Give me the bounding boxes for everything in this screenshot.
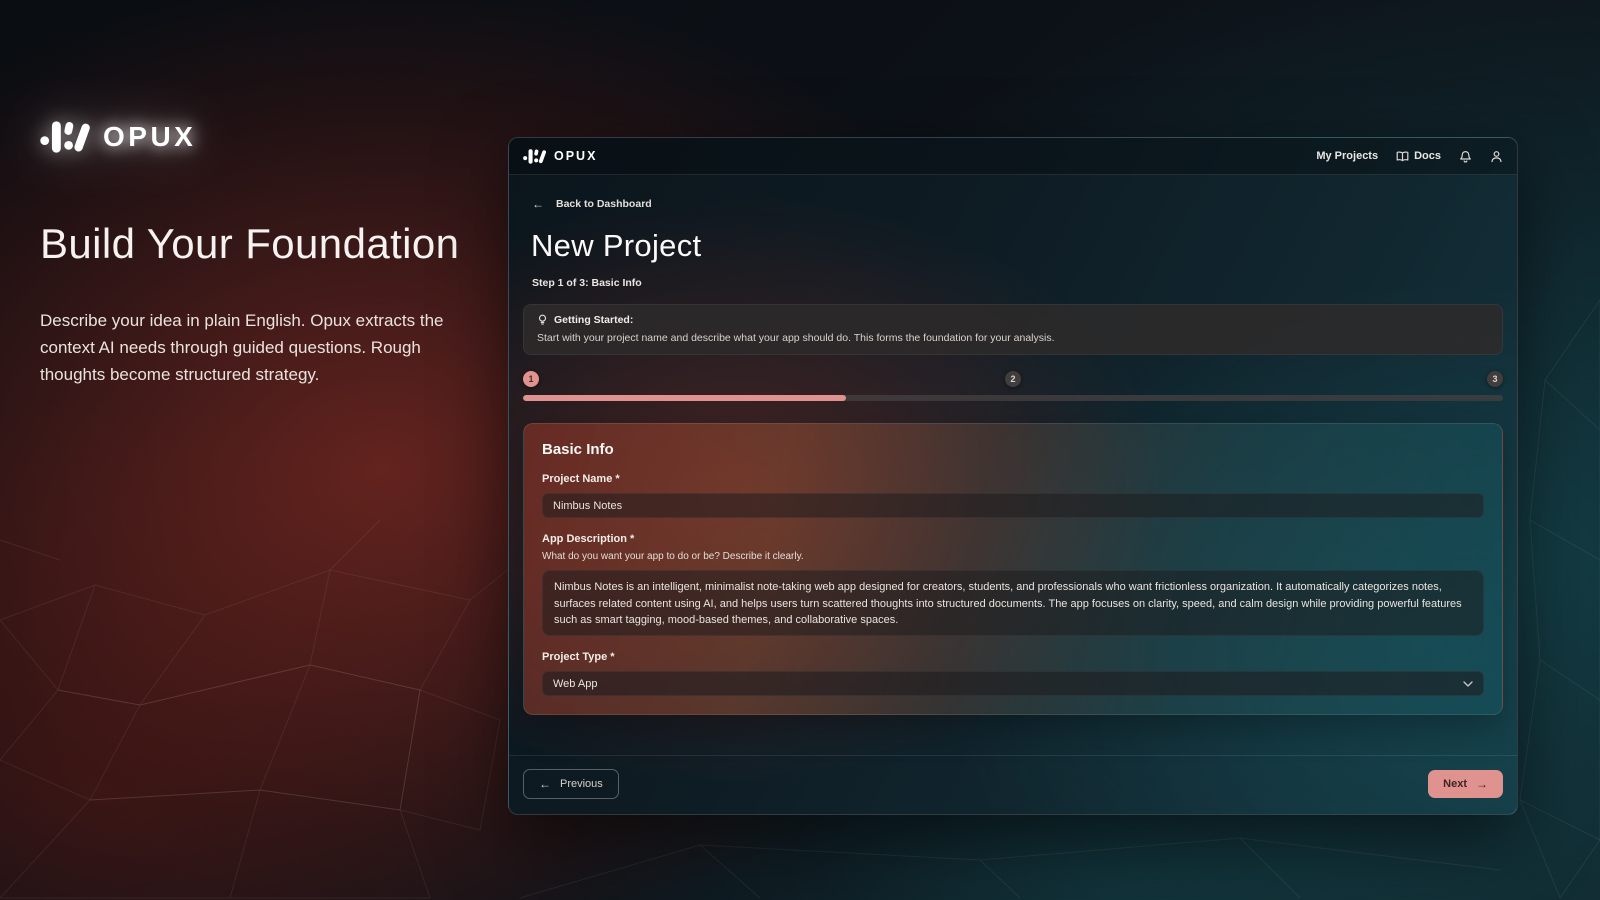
nav-my-projects[interactable]: My Projects <box>1316 150 1378 162</box>
tip-title: Getting Started: <box>554 314 633 326</box>
progress-fill <box>523 395 846 401</box>
wizard-steps: 1 2 3 <box>523 371 1503 387</box>
wizard-footer: ← Previous Next → <box>509 755 1517 814</box>
project-name-input[interactable] <box>542 493 1484 518</box>
project-type-select[interactable]: Web App <box>542 671 1484 696</box>
back-to-dashboard-link[interactable]: ← Back to Dashboard <box>532 197 652 211</box>
hero-description: Describe your idea in plain English. Opu… <box>40 308 472 389</box>
app-logo-text: OPUX <box>554 149 597 163</box>
getting-started-tip: Getting Started: Start with your project… <box>523 304 1503 355</box>
app-content: ← Back to Dashboard New Project Step 1 o… <box>509 175 1517 755</box>
app-description-textarea[interactable]: Nimbus Notes is an intelligent, minimali… <box>542 570 1484 636</box>
previous-button[interactable]: ← Previous <box>523 769 619 799</box>
project-type-label: Project Type * <box>542 651 1484 663</box>
nav-docs-label: Docs <box>1414 150 1441 162</box>
tip-body: Start with your project name and describ… <box>537 332 1489 344</box>
previous-button-label: Previous <box>560 778 603 790</box>
arrow-left-icon: ← <box>532 197 544 211</box>
account-button[interactable] <box>1490 150 1503 163</box>
chevron-down-icon <box>1463 681 1473 687</box>
hero-headline: Build Your Foundation <box>40 220 490 268</box>
header-nav: My Projects Docs <box>1316 150 1503 163</box>
lightbulb-icon <box>537 314 548 326</box>
tip-title-row: Getting Started: <box>537 314 1489 326</box>
project-name-label: Project Name * <box>542 473 1484 485</box>
hero-panel: OPUX Build Your Foundation Describe your… <box>40 118 490 389</box>
opux-logo-icon <box>40 118 92 156</box>
opux-logo-icon <box>523 148 547 165</box>
brand-logo-text: OPUX <box>103 121 196 153</box>
step-circle-2[interactable]: 2 <box>1005 371 1021 387</box>
progress-bar <box>523 395 1503 401</box>
user-icon <box>1490 150 1503 163</box>
nav-docs[interactable]: Docs <box>1396 150 1441 163</box>
basic-info-card: Basic Info Project Name * App Descriptio… <box>523 423 1503 715</box>
page-title: New Project <box>531 228 1503 264</box>
app-window: OPUX My Projects Docs <box>508 137 1518 815</box>
step-indicator-text: Step 1 of 3: Basic Info <box>532 277 1503 289</box>
book-icon <box>1396 150 1409 163</box>
back-link-label: Back to Dashboard <box>556 198 652 210</box>
app-description-label: App Description * <box>542 533 1484 545</box>
notifications-button[interactable] <box>1459 150 1472 163</box>
app-header: OPUX My Projects Docs <box>509 138 1517 175</box>
next-button[interactable]: Next → <box>1428 770 1503 798</box>
app-description-helper: What do you want your app to do or be? D… <box>542 551 1484 562</box>
next-button-label: Next <box>1443 778 1467 790</box>
arrow-left-icon: ← <box>539 777 551 791</box>
step-circle-3[interactable]: 3 <box>1487 371 1503 387</box>
arrow-right-icon: → <box>1476 777 1488 791</box>
step-circle-1[interactable]: 1 <box>523 371 539 387</box>
card-title: Basic Info <box>542 441 1484 458</box>
project-type-value: Web App <box>553 678 597 690</box>
app-logo[interactable]: OPUX <box>523 148 597 165</box>
bell-icon <box>1459 150 1472 163</box>
brand-logo: OPUX <box>40 118 196 156</box>
